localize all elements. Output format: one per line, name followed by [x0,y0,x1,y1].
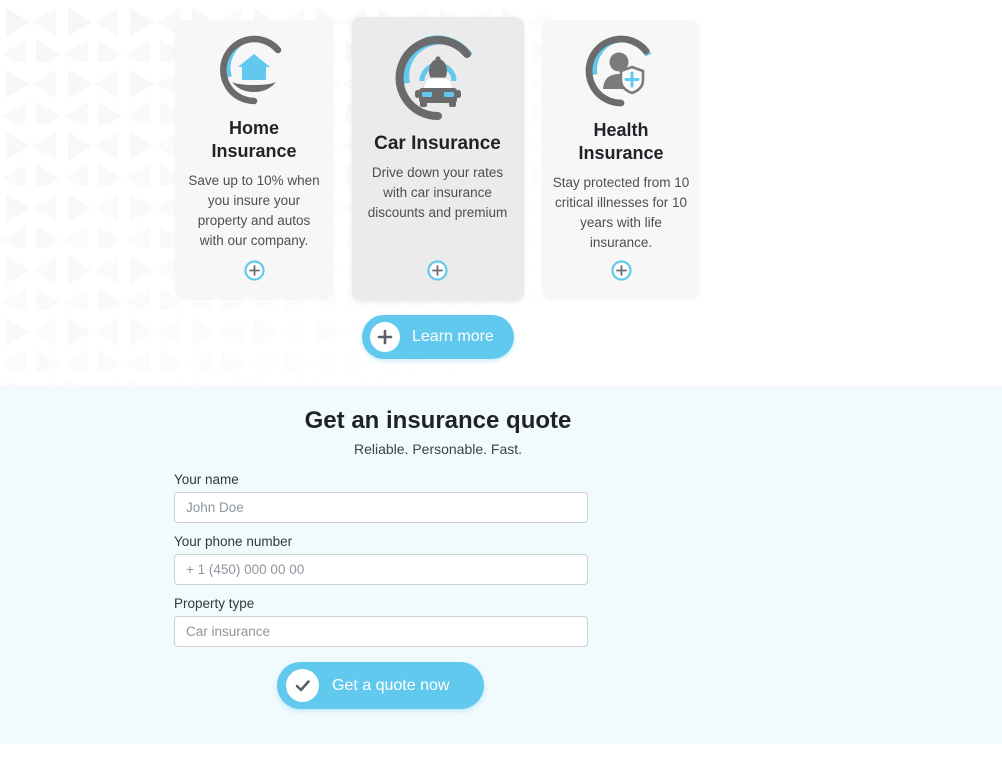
expand-home-plus-icon[interactable] [243,259,265,286]
check-circle-icon [286,669,319,702]
phone-field-label: Your phone number [174,534,293,549]
car-insurance-icon [395,35,481,126]
quote-heading: Get an insurance quote [304,407,572,434]
page-bottom-strip [0,744,1002,760]
card-description: Save up to 10% when you insure your prop… [188,172,320,248]
card-title: Car Insurance [374,133,501,154]
insurance-products-section: Home Insurance Save up to 10% when you i… [0,0,1002,386]
expand-health-plus-icon[interactable] [610,259,632,286]
learn-more-button[interactable]: Learn more [362,315,514,359]
name-field-label: Your name [174,472,239,487]
card-description: Drive down your rates with car insurance… [367,165,508,220]
card-title: Home Insurance [211,117,297,161]
phone-field-group: Your phone number [174,534,588,585]
card-home-insurance[interactable]: Home Insurance Save up to 10% when you i… [175,19,333,298]
quote-subheading: Reliable. Personable. Fast. [353,441,523,457]
get-a-quote-label: Get a quote now [332,676,450,694]
home-insurance-icon [218,34,290,111]
name-field[interactable] [174,492,588,523]
health-insurance-icon [584,34,658,113]
get-a-quote-button[interactable]: Get a quote now [277,662,484,709]
plus-icon [370,322,400,352]
property-type-field-label: Property type [174,596,255,611]
name-field-group: Your name [174,472,588,523]
card-car-insurance[interactable]: Car Insurance Drive down your rates with… [351,17,524,300]
insurance-cards-row: Home Insurance Save up to 10% when you i… [175,17,700,300]
property-type-field-group: Property type [174,596,588,647]
expand-car-plus-icon[interactable] [427,260,448,286]
card-title: Health Insurance [578,119,664,163]
quote-form: Your name Your phone number Property typ… [174,472,588,709]
property-type-field[interactable] [174,616,588,647]
quote-form-section: Get an insurance quote Reliable. Persona… [0,386,1002,744]
card-description: Stay protected from 10 critical illnesse… [552,174,690,250]
card-health-insurance[interactable]: Health Insurance Stay protected from 10 … [542,19,700,298]
phone-field[interactable] [174,554,588,585]
learn-more-label: Learn more [412,328,494,345]
